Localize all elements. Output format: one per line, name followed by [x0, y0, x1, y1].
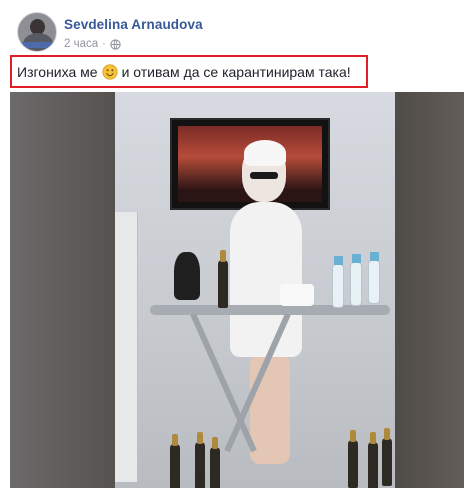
- post-status-text: Изгониха ме и отивам да се карантинирам …: [17, 64, 351, 80]
- avatar-badge: [20, 42, 56, 48]
- video-spray-bottle: [368, 252, 380, 304]
- status-text-part-1: Изгониха ме: [17, 64, 98, 80]
- video-bottle: [382, 428, 392, 486]
- video-paper-roll: [280, 284, 314, 306]
- video-bottle: [210, 437, 220, 488]
- video-person-towel: [244, 140, 286, 166]
- video-bottle: [348, 430, 358, 488]
- video-shelf: [115, 212, 138, 482]
- meta-separator: ·: [102, 38, 106, 50]
- smiley-emoji-icon: [101, 64, 118, 80]
- video-bottle: [218, 250, 228, 308]
- video-left-wall: [10, 92, 115, 488]
- video-ironing-board: [150, 305, 390, 315]
- post-meta: 2 часа ·: [64, 38, 121, 50]
- author-name-link[interactable]: Sevdelina Arnaudova: [64, 17, 203, 32]
- author-avatar[interactable]: [17, 12, 57, 52]
- globe-icon[interactable]: [110, 38, 121, 50]
- video-spray-bottle: [332, 256, 344, 308]
- post-header: Sevdelina Arnaudova 2 часа ·: [0, 0, 474, 56]
- video-right-wall: [395, 92, 464, 488]
- video-bottle: [368, 432, 378, 488]
- video-person-robe: [230, 202, 302, 357]
- video-bottle: [170, 434, 180, 488]
- video-bottle: [195, 432, 205, 488]
- post-timestamp[interactable]: 2 часа: [64, 38, 98, 50]
- video-iron: [174, 252, 200, 300]
- status-text-part-2: и отивам да се карантинирам така!: [121, 64, 351, 80]
- video-sunglasses: [250, 172, 278, 179]
- post-video[interactable]: [10, 92, 464, 488]
- video-spray-bottle: [350, 254, 362, 306]
